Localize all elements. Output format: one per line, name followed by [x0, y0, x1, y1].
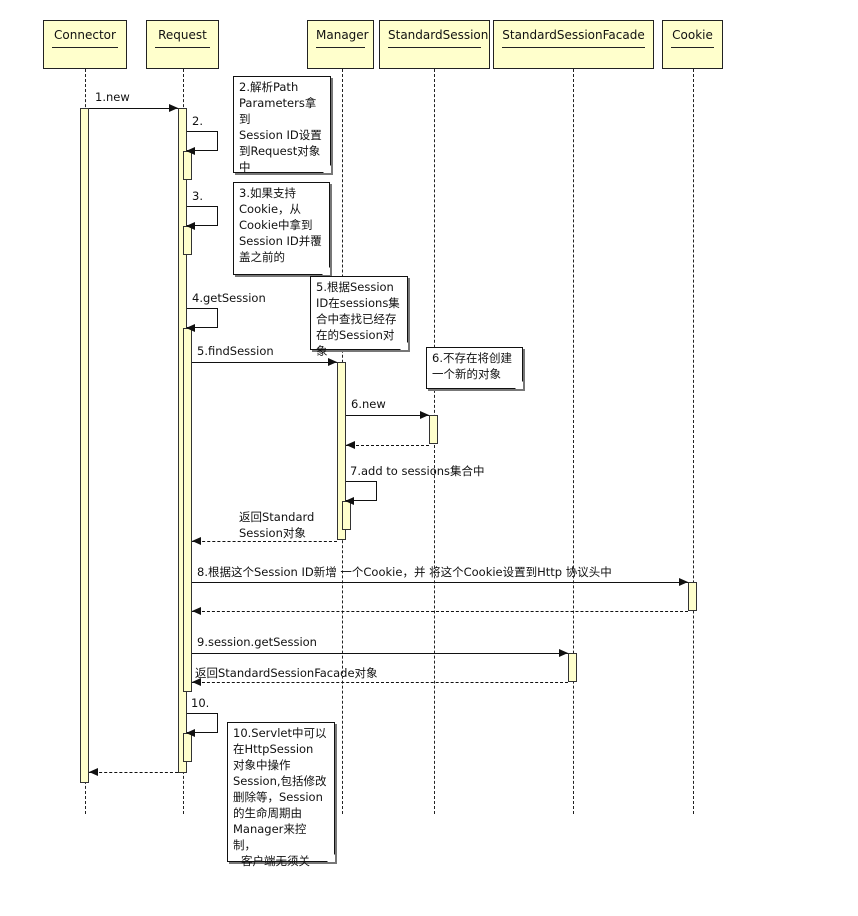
- note-line: 的生命周期由: [233, 806, 302, 820]
- message-label-4: 4.getSession: [192, 291, 266, 305]
- return-label-9: 返回StandardSessionFacade对象: [195, 666, 378, 680]
- arrowhead-icon: [328, 358, 337, 366]
- note-2: 2.解析Path Parameters拿到 Session ID设置 到Requ…: [233, 76, 331, 174]
- message-label-9: 9.session.getSession: [197, 635, 317, 649]
- note-line: 删除等，Session: [233, 790, 323, 804]
- message-label-3: 3.: [192, 189, 203, 203]
- return-label-7a: 返回Standard: [239, 510, 315, 524]
- participant-label: Cookie: [671, 28, 714, 48]
- participant-label: StandardSessionFacade: [502, 28, 645, 48]
- note-line: ID在sessions集: [316, 296, 400, 310]
- return-arrow-1: [89, 768, 178, 776]
- return-arrow-6: [346, 441, 429, 449]
- return-arrow-8: [192, 607, 688, 615]
- activation-request-getsession: [183, 328, 192, 692]
- note-line: 对象中操作: [233, 758, 291, 772]
- participant-label: Connector: [52, 28, 118, 48]
- message-arrow-5: [192, 358, 337, 366]
- message-arrow-6: [346, 411, 429, 419]
- activation-connector: [80, 108, 89, 783]
- arrowhead-icon: [679, 578, 688, 586]
- return-arrow-7: [192, 537, 337, 545]
- arrowhead-icon: [345, 497, 354, 505]
- note-line: 6.不存在将创建: [432, 351, 512, 365]
- participant-request[interactable]: Request: [146, 20, 219, 69]
- activation-manager-self-7: [342, 501, 351, 530]
- participant-label: StandardSession: [388, 28, 488, 48]
- arrowhead-icon: [192, 607, 201, 615]
- participant-label: Manager: [316, 28, 369, 48]
- return-arrow-9: [192, 678, 568, 686]
- arrowhead-icon: [186, 147, 195, 155]
- note-line: 10.Servlet中可以: [233, 726, 327, 740]
- activation-facade: [568, 653, 577, 682]
- arrowhead-icon: [420, 411, 429, 419]
- message-label-6: 6.new: [351, 397, 386, 411]
- return-label-7b: Session对象: [239, 526, 306, 540]
- arrowhead-icon: [186, 729, 195, 737]
- note-line: 5.根据Session: [316, 280, 394, 294]
- message-label-1: 1.new: [95, 90, 130, 104]
- activation-request-self-3: [183, 226, 192, 255]
- note-line: Cookie中拿到: [239, 218, 313, 232]
- message-label-7: 7.add to sessions集合中: [350, 464, 485, 478]
- self-message-3: [186, 206, 218, 230]
- arrowhead-icon: [186, 324, 195, 332]
- message-label-10: 10.: [191, 696, 210, 710]
- note-line: Cookie，从: [239, 202, 302, 216]
- note-line: Session ID设置: [239, 128, 322, 142]
- arrowhead-icon: [89, 768, 98, 776]
- participant-manager[interactable]: Manager: [307, 20, 374, 69]
- self-message-4: [186, 308, 218, 332]
- lifeline-cookie: [693, 69, 694, 814]
- message-arrow-9: [192, 649, 568, 657]
- participant-standardsessionfacade[interactable]: StandardSessionFacade: [493, 20, 654, 69]
- note-line: 2.解析Path: [239, 80, 299, 94]
- arrowhead-icon: [169, 104, 178, 112]
- arrowhead-icon: [346, 441, 355, 449]
- note-line: Manager来控制，: [233, 822, 307, 852]
- self-message-10: [186, 713, 218, 737]
- note-line: 到Request对象: [239, 144, 321, 158]
- note-5: 5.根据Session ID在sessions集 合中查找已经存 在的Sessi…: [310, 276, 408, 358]
- lifeline-standardsessionfacade: [573, 69, 574, 814]
- activation-request-self-10: [183, 733, 192, 762]
- message-arrow-8: [192, 578, 688, 586]
- participant-connector[interactable]: Connector: [43, 20, 127, 69]
- note-line: Session ID并覆: [239, 234, 322, 248]
- activation-standardsession: [429, 415, 438, 444]
- participant-standardsession[interactable]: StandardSession: [379, 20, 490, 69]
- message-label-8: 8.根据这个Session ID新增 一个Cookie，并 将这个Cookie设…: [197, 565, 612, 579]
- note-line: 中: [239, 160, 251, 174]
- note-10: 10.Servlet中可以 在HttpSession 对象中操作 Session…: [227, 722, 335, 868]
- self-message-2: [186, 131, 218, 155]
- note-3: 3.如果支持 Cookie，从 Cookie中拿到 Session ID并覆 盖…: [233, 182, 330, 275]
- note-line: Parameters拿到: [239, 96, 317, 126]
- note-line: Session,包括修改: [233, 774, 327, 788]
- note-line: 一个新的对象: [432, 367, 501, 381]
- message-arrow-1: [89, 104, 178, 112]
- note-line: 盖之前的: [239, 250, 285, 264]
- note-line: 合中查找已经存: [316, 312, 397, 326]
- note-line: 在的Session对象: [316, 328, 395, 358]
- note-line: 在HttpSession: [233, 742, 314, 756]
- activation-cookie: [688, 582, 697, 611]
- participant-cookie[interactable]: Cookie: [662, 20, 723, 69]
- note-line: 3.如果支持: [239, 186, 296, 200]
- self-message-7: [345, 481, 377, 505]
- message-label-2: 2.: [192, 114, 203, 128]
- activation-request-self-2: [183, 151, 192, 180]
- arrowhead-icon: [186, 222, 195, 230]
- arrowhead-icon: [192, 537, 201, 545]
- note-6: 6.不存在将创建 一个新的对象: [426, 347, 523, 389]
- message-label-5: 5.findSession: [197, 344, 274, 358]
- note-line: 客户端无须关: [241, 854, 310, 868]
- arrowhead-icon: [559, 649, 568, 657]
- participant-label: Request: [155, 28, 210, 48]
